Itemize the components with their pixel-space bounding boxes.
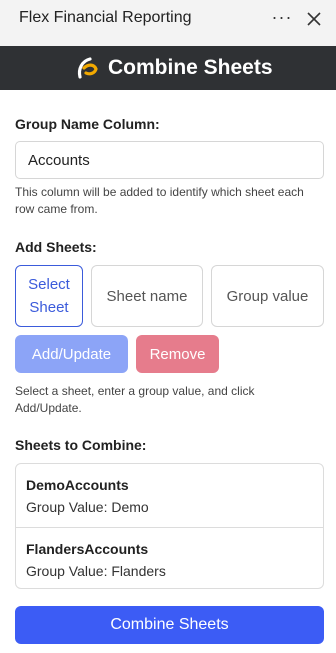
task-pane-titlebar: Flex Financial Reporting ··· [0, 0, 336, 46]
flex-logo-icon [77, 57, 98, 79]
combine-sheets-button[interactable]: Combine Sheets [15, 606, 324, 644]
app-header: Combine Sheets [0, 46, 336, 90]
more-options-icon[interactable]: ··· [270, 8, 294, 28]
list-item[interactable]: FlandersAccounts Group Value: Flanders [16, 527, 323, 590]
group-name-help-text: This column will be added to identify wh… [15, 185, 304, 216]
group-name-label: Group Name Column: [15, 116, 160, 132]
add-update-button[interactable]: Add/Update [15, 335, 128, 373]
sheet-item-name: FlandersAccounts [26, 541, 149, 557]
group-value-input[interactable] [211, 265, 324, 327]
group-name-input[interactable] [15, 141, 324, 179]
select-sheet-button[interactable]: Select Sheet [15, 265, 83, 327]
addin-title: Flex Financial Reporting [19, 9, 192, 26]
sheets-list: DemoAccounts Group Value: Demo FlandersA… [15, 463, 324, 589]
sheet-item-name: DemoAccounts [26, 477, 129, 493]
page-title: Combine Sheets [108, 56, 273, 79]
sheet-name-input[interactable] [91, 265, 203, 327]
add-sheets-help-text: Select a sheet, enter a group value, and… [15, 384, 255, 415]
sheet-item-group-value: Group Value: Flanders [26, 563, 166, 579]
sheet-item-group-value: Group Value: Demo [26, 499, 149, 515]
remove-button[interactable]: Remove [136, 335, 219, 373]
list-item[interactable]: DemoAccounts Group Value: Demo [16, 464, 323, 527]
add-sheets-label: Add Sheets: [15, 239, 97, 255]
sheets-to-combine-label: Sheets to Combine: [15, 437, 147, 453]
close-icon[interactable] [303, 8, 325, 30]
